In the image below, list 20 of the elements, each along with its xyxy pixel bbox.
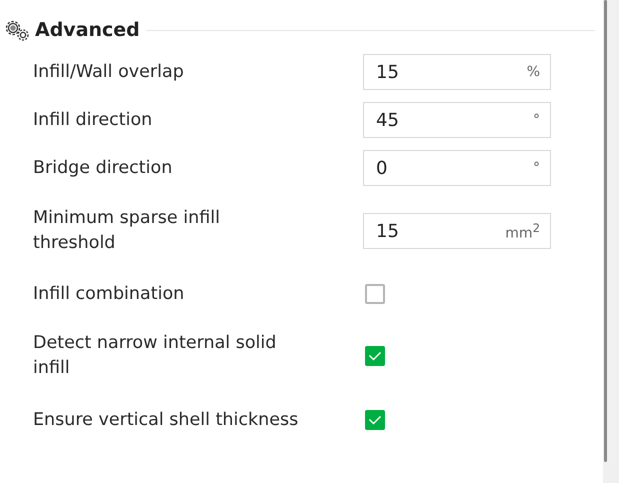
setting-label: Infill/Wall overlap [33, 60, 185, 84]
setting-label: Bridge direction [33, 156, 174, 180]
section-title: Advanced [35, 19, 140, 41]
number-field[interactable]: 45 ° [363, 102, 551, 138]
setting-label: Detect narrow internal solid infill [33, 332, 278, 380]
scrollbar-thumb[interactable] [604, 0, 607, 462]
check-icon [368, 415, 382, 425]
checkbox[interactable] [365, 410, 385, 430]
number-field[interactable]: 0 ° [363, 150, 551, 186]
checkbox[interactable] [365, 346, 385, 366]
number-field[interactable]: 15 mm$^{2}$ [363, 213, 551, 249]
setting-label: Infill direction [33, 108, 154, 132]
gears-icon [3, 18, 31, 42]
checkbox[interactable] [365, 284, 385, 304]
check-icon [368, 351, 382, 361]
setting-label: Infill combination [33, 282, 186, 306]
setting-label: Minimum sparse infill threshold [33, 207, 221, 255]
number-field[interactable]: 15 % [363, 54, 551, 90]
scrollbar[interactable] [603, 0, 619, 483]
setting-label: Ensure vertical shell thickness [33, 408, 300, 432]
